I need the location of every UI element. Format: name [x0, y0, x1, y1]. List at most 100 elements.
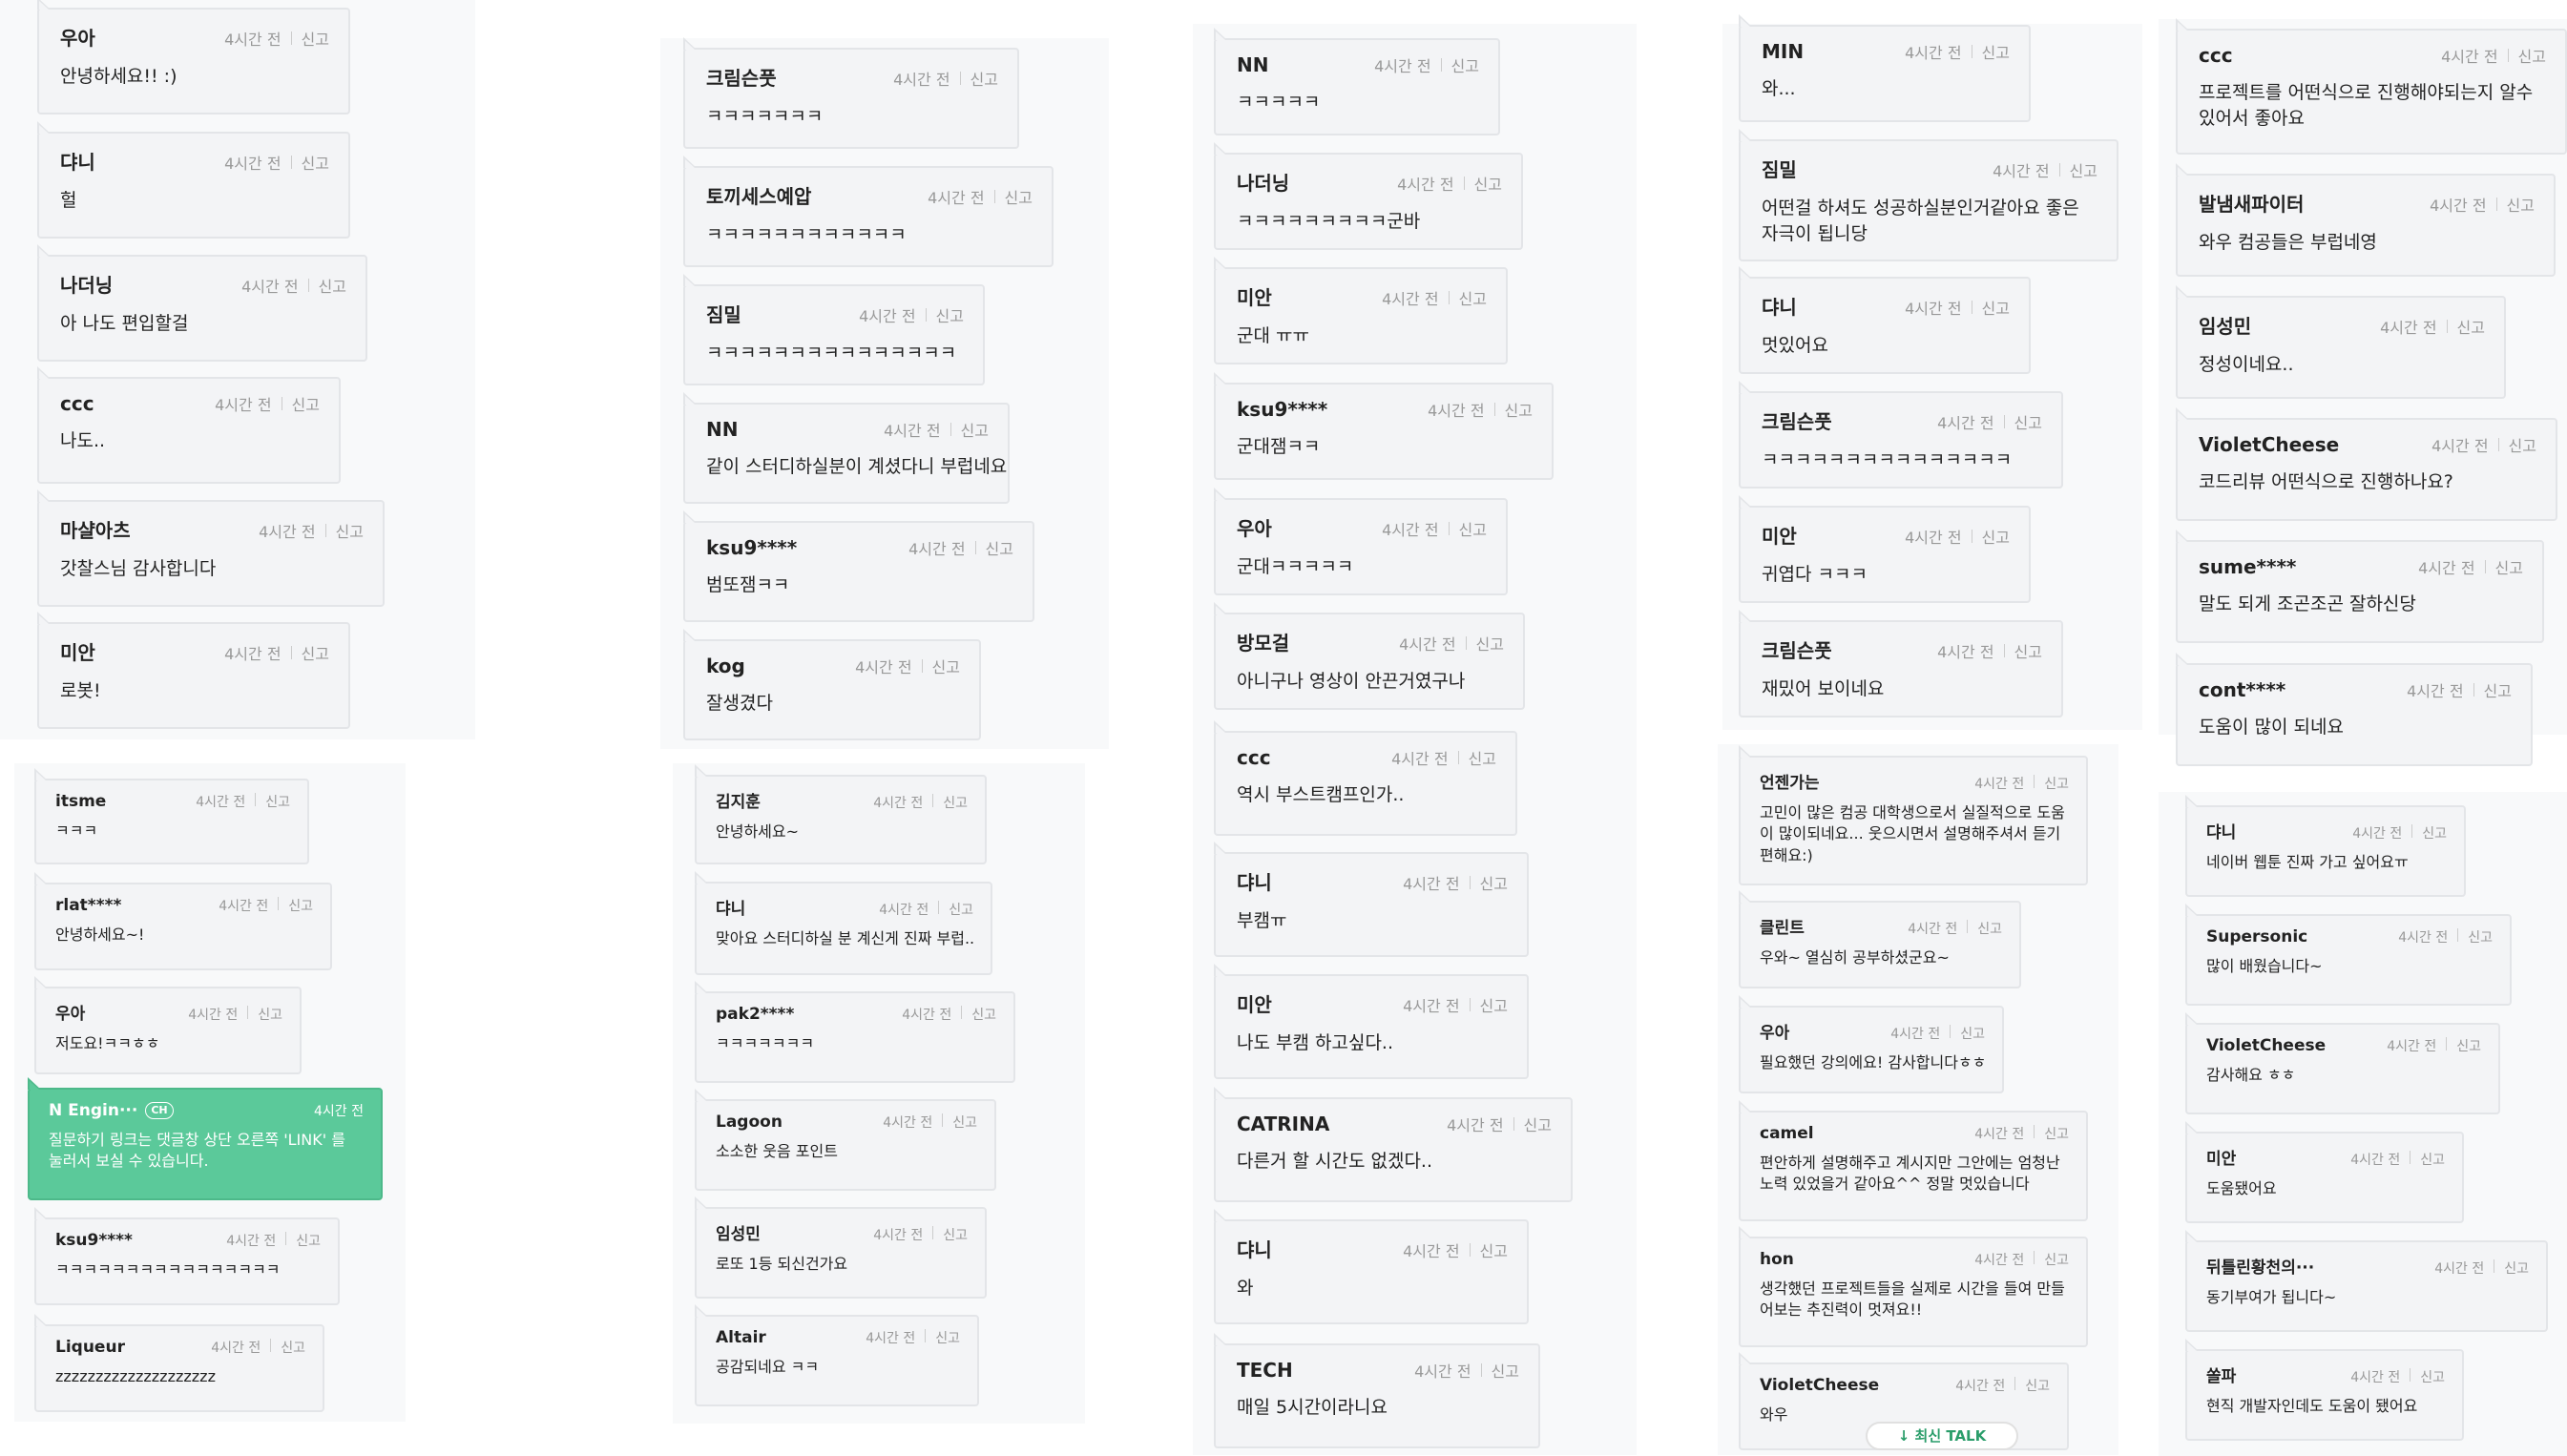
chat-message: 미안 4시간 전 신고 귀엽다 ㅋㅋㅋ: [1739, 495, 2031, 603]
timestamp: 4시간 전: [314, 1104, 364, 1119]
report-link[interactable]: 신고: [1524, 1113, 1552, 1135]
report-link[interactable]: 신고: [1982, 40, 2010, 63]
timestamp: 4시간 전: [855, 658, 912, 676]
username: TECH: [1237, 1359, 1293, 1382]
report-link[interactable]: 신고: [971, 1005, 996, 1024]
message-text: 귀엽다 ㅋㅋㅋ: [1762, 564, 1868, 585]
timestamp: 4시간 전: [1908, 922, 1958, 937]
message-text: ㅋㅋㅋㅋㅋㅋㅋ: [716, 1034, 815, 1052]
report-link[interactable]: 신고: [2507, 193, 2535, 216]
message-text: 범또잼ㅋㅋ: [706, 574, 790, 595]
report-link[interactable]: 신고: [943, 1225, 968, 1244]
report-link[interactable]: 신고: [2509, 433, 2536, 456]
message-text: ㅋㅋㅋㅋㅋㅋㅋㅋㅋㅋㅋㅋㅋㅋㅋ: [1762, 449, 2013, 470]
report-link[interactable]: 신고: [936, 303, 964, 326]
report-link[interactable]: 신고: [2468, 927, 2493, 946]
report-link[interactable]: 신고: [1492, 1359, 1519, 1382]
message-text: 나도..: [60, 430, 106, 451]
report-link[interactable]: 신고: [2420, 1150, 2445, 1169]
report-link[interactable]: 신고: [1476, 632, 1504, 655]
report-link[interactable]: 신고: [961, 418, 989, 441]
username: 미안: [60, 641, 95, 664]
report-link[interactable]: 신고: [2518, 44, 2546, 67]
report-link[interactable]: 신고: [296, 1231, 321, 1250]
report-link[interactable]: 신고: [302, 641, 329, 664]
report-link[interactable]: 신고: [319, 274, 346, 297]
message-text: 안녕하세요~!: [55, 926, 145, 944]
report-link[interactable]: 신고: [1480, 1238, 1508, 1261]
chat-message: 크림슨풋 4시간 전 신고 ㅋㅋㅋㅋㅋㅋㅋㅋㅋㅋㅋㅋㅋㅋㅋ: [1739, 381, 2063, 489]
report-link[interactable]: 신고: [943, 793, 968, 812]
report-link[interactable]: 신고: [2484, 678, 2512, 701]
username: 마샬아츠: [60, 519, 131, 542]
username: cont****: [2199, 678, 2286, 701]
report-link[interactable]: 신고: [288, 896, 313, 915]
username: VioletCheese: [2206, 1036, 2327, 1055]
report-link[interactable]: 신고: [1469, 746, 1496, 769]
report-link[interactable]: 신고: [2457, 315, 2485, 338]
message-text: 로또 1등 되신건가요: [716, 1255, 848, 1273]
message-text: 다른거 할 시간도 없겠다..: [1237, 1151, 1432, 1172]
username: 방모걸: [1237, 632, 1290, 655]
chat-message: 짐밀 4시간 전 신고 어떤걸 하셔도 성공하실분인거같아요 좋은 자극이 됩니당: [1739, 129, 2118, 261]
report-link[interactable]: 신고: [1960, 1024, 1985, 1043]
report-link[interactable]: 신고: [2504, 1258, 2529, 1278]
timestamp: 4시간 전: [2434, 1261, 2485, 1277]
report-link[interactable]: 신고: [970, 67, 998, 90]
report-link[interactable]: 신고: [952, 1113, 977, 1132]
report-link[interactable]: 신고: [265, 792, 290, 811]
username: 클린트: [1760, 919, 1805, 938]
report-link[interactable]: 신고: [1005, 185, 1033, 208]
report-link[interactable]: 신고: [1451, 53, 1479, 76]
chat-message: Lagoon 4시간 전 신고 소소한 웃음 포인트: [695, 1089, 996, 1191]
report-link[interactable]: 신고: [2014, 639, 2042, 662]
report-link[interactable]: 신고: [2420, 1367, 2445, 1386]
chat-message: TECH 4시간 전 신고 매일 5시간이라니요: [1214, 1333, 1540, 1448]
report-link[interactable]: 신고: [2044, 1250, 2069, 1269]
report-link[interactable]: 신고: [2044, 1124, 2069, 1143]
chat-message: NN 4시간 전 신고 ㅋㅋㅋㅋㅋ: [1214, 28, 1500, 135]
report-link[interactable]: 신고: [1982, 296, 2010, 319]
username: ksu9****: [55, 1231, 133, 1250]
report-link[interactable]: 신고: [1459, 286, 1487, 309]
message-text: 우와~ 열심히 공부하셨군요~: [1760, 948, 1950, 967]
latest-talk-button[interactable]: ↓ 최신 TALK: [1866, 1422, 2018, 1450]
report-link[interactable]: 신고: [2456, 1036, 2481, 1055]
report-link[interactable]: 신고: [1480, 871, 1508, 894]
report-link[interactable]: 신고: [2495, 555, 2523, 578]
report-link[interactable]: 신고: [2422, 823, 2447, 842]
timestamp: 4시간 전: [884, 422, 941, 440]
username: VioletCheese: [2199, 433, 2340, 456]
username: 김지훈: [716, 793, 761, 812]
report-link[interactable]: 신고: [1459, 517, 1487, 540]
report-link[interactable]: 신고: [932, 655, 960, 677]
message-text: ㅋㅋㅋㅋㅋㅋㅋㅋㅋㅋㅋㅋㅋㅋㅋ: [706, 343, 957, 364]
timestamp: 4시간 전: [2380, 319, 2437, 337]
report-link[interactable]: 신고: [986, 536, 1013, 559]
report-link[interactable]: 신고: [336, 519, 364, 542]
report-link[interactable]: 신고: [935, 1328, 960, 1347]
report-link[interactable]: 신고: [1474, 172, 1502, 195]
message-text: 질문하기 링크는 댓글창 상단 오른쪽 'LINK' 를 눌러서 보실 수 있습…: [49, 1131, 345, 1171]
chat-message: ksu9**** 4시간 전 신고 ㅋㅋㅋㅋㅋㅋㅋㅋㅋㅋㅋㅋㅋㅋㅋㅋ: [34, 1207, 340, 1305]
message-text: 군대잼ㅋㅋ: [1237, 436, 1321, 457]
report-link[interactable]: 신고: [302, 151, 329, 174]
message-text: 코드리뷰 어떤식으로 진행하나요?: [2199, 471, 2453, 492]
report-link[interactable]: 신고: [258, 1005, 282, 1024]
report-link[interactable]: 신고: [2070, 158, 2097, 181]
username: 뒤틀린황천의···: [2206, 1258, 2315, 1278]
report-link[interactable]: 신고: [302, 27, 329, 50]
chat-message: 토끼세스예압 4시간 전 신고 ㅋㅋㅋㅋㅋㅋㅋㅋㅋㅋㅋㅋ: [683, 156, 1054, 267]
report-link[interactable]: 신고: [292, 392, 320, 415]
report-link[interactable]: 신고: [2025, 1376, 2050, 1395]
report-link[interactable]: 신고: [2044, 774, 2069, 793]
report-link[interactable]: 신고: [1982, 525, 2010, 548]
report-link[interactable]: 신고: [949, 900, 973, 919]
report-link[interactable]: 신고: [1505, 398, 1533, 421]
report-link[interactable]: 신고: [1977, 919, 2002, 938]
report-link[interactable]: 신고: [281, 1338, 305, 1357]
report-link[interactable]: 신고: [1480, 993, 1508, 1016]
chat-message: 짐밀 4시간 전 신고 ㅋㅋㅋㅋㅋㅋㅋㅋㅋㅋㅋㅋㅋㅋㅋ: [683, 274, 985, 385]
report-link[interactable]: 신고: [2014, 410, 2042, 433]
username: rlat****: [55, 896, 122, 915]
